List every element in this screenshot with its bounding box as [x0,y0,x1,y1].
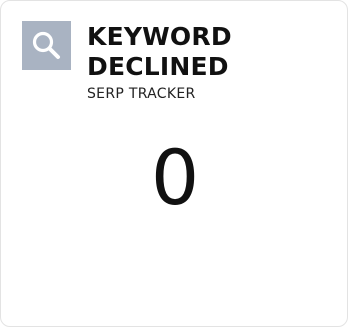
widget-title: KEYWORD DECLINED [87,22,327,82]
widget-subtitle: SERP TRACKER [87,86,196,102]
metric-value: 0 [150,133,200,222]
widget-title-line1: KEYWORD [87,22,232,51]
search-icon-box [22,21,71,70]
keyword-declined-widget: KEYWORD DECLINED SERP TRACKER 0 [0,0,348,327]
widget-title-line2: DECLINED [87,52,229,81]
search-icon [32,31,60,59]
